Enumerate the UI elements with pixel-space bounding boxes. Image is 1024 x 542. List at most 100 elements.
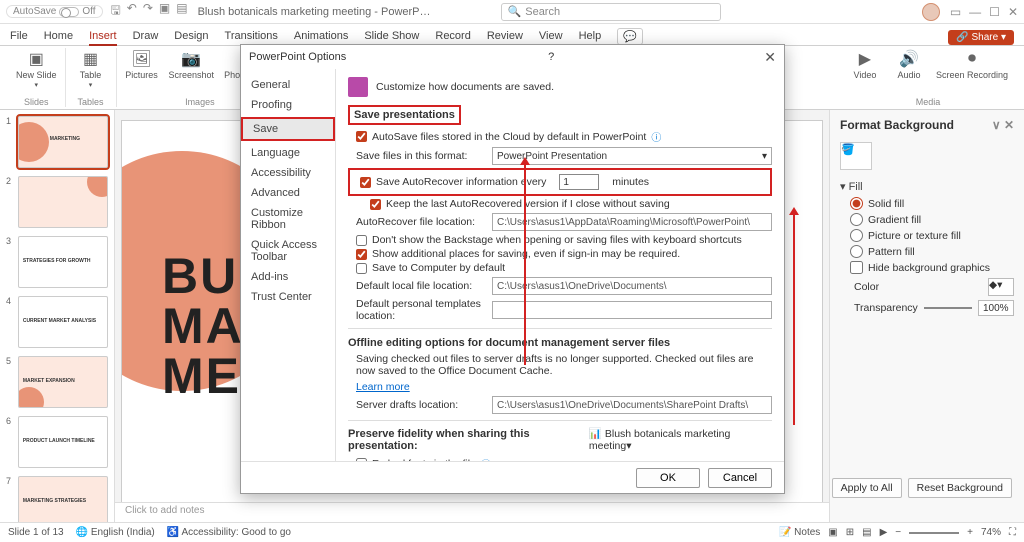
cat-general[interactable]: General (241, 75, 335, 95)
tab-view[interactable]: View (539, 30, 563, 45)
thumbnail[interactable]: 4CURRENT MARKET ANALYSIS (6, 296, 108, 348)
fidelity-select[interactable]: 📊 Blush botanicals marketing meeting▾ (589, 427, 772, 452)
backstage-checkbox[interactable]: Don't show the Backstage when opening or… (356, 234, 772, 246)
pattern-fill-radio[interactable]: Pattern fill (850, 245, 1014, 258)
redo-icon[interactable]: ↷ (143, 1, 153, 22)
transparency-value[interactable]: 100% (978, 300, 1014, 316)
video-button[interactable]: ▶Video (848, 48, 882, 80)
cat-advanced[interactable]: Advanced (241, 183, 335, 203)
view-reading-icon[interactable]: ▤ (862, 527, 871, 538)
autorecover-location-input[interactable]: C:\Users\asus1\AppData\Roaming\Microsoft… (492, 213, 772, 231)
save-icon[interactable]: 🖫 (111, 1, 121, 22)
tab-animations[interactable]: Animations (294, 30, 348, 45)
zoom-in-icon[interactable]: + (967, 527, 973, 538)
cat-accessibility[interactable]: Accessibility (241, 163, 335, 183)
zoom-out-icon[interactable]: − (895, 527, 901, 538)
gradient-fill-radio[interactable]: Gradient fill (850, 213, 1014, 226)
tab-file[interactable]: File (10, 30, 28, 45)
accessibility-indicator[interactable]: ♿ Accessibility: Good to go (167, 527, 291, 538)
quick-access-toolbar: 🖫 ↶ ↷ ▣ ▤ (111, 1, 188, 22)
maximize-icon[interactable]: ☐ (989, 5, 1000, 19)
view-normal-icon[interactable]: ▣ (828, 527, 837, 538)
learn-more-link[interactable]: Learn more (356, 381, 410, 393)
save-computer-checkbox[interactable]: Save to Computer by default (356, 262, 772, 274)
thumbnail[interactable]: 6PRODUCT LAUNCH TIMELINE (6, 416, 108, 468)
autorecover-minutes-input[interactable]: 1 (559, 174, 599, 190)
close-icon[interactable]: ✕ (1008, 5, 1018, 19)
notes-pane[interactable]: Click to add notes (115, 502, 829, 522)
thumbnail[interactable]: 7MARKETING STRATEGIES (6, 476, 108, 522)
help-icon[interactable]: ? (548, 51, 554, 63)
save-format-select[interactable]: PowerPoint Presentation▾ (492, 147, 772, 165)
tab-transitions[interactable]: Transitions (225, 30, 278, 45)
transparency-slider[interactable] (924, 307, 972, 309)
default-location-input[interactable]: C:\Users\asus1\OneDrive\Documents\ (492, 277, 772, 295)
color-picker[interactable]: ◆▾ (988, 278, 1014, 296)
apply-all-button[interactable]: Apply to All (832, 478, 902, 498)
new-slide-icon: ▣ (25, 48, 47, 70)
table-button[interactable]: ▦Table▾ (74, 48, 108, 89)
zoom-slider[interactable] (909, 532, 959, 534)
screenshot-button[interactable]: 📷Screenshot (169, 48, 215, 80)
tab-record[interactable]: Record (435, 30, 470, 45)
tab-slideshow[interactable]: Slide Show (364, 30, 419, 45)
thumbnail[interactable]: 2 (6, 176, 108, 228)
audio-button[interactable]: 🔊Audio (892, 48, 926, 80)
close-dialog-icon[interactable]: ✕ (764, 49, 776, 66)
autorecover-checkbox[interactable]: Save AutoRecover information every 1 min… (360, 174, 768, 190)
reset-background-button[interactable]: Reset Background (908, 478, 1012, 498)
cat-qat[interactable]: Quick Access Toolbar (241, 235, 335, 267)
user-avatar[interactable] (922, 3, 940, 21)
tab-home[interactable]: Home (44, 30, 73, 45)
thumbnail[interactable]: 1BUSINESS MARKETING MEETING (6, 116, 108, 168)
templates-location-input[interactable] (492, 301, 772, 319)
info-icon[interactable]: ⓘ (651, 129, 661, 144)
slide-text: BU (162, 251, 244, 301)
thumbnail[interactable]: 5MARKET EXPANSION (6, 356, 108, 408)
notes-button[interactable]: 📝 Notes (779, 527, 820, 538)
cancel-button[interactable]: Cancel (708, 468, 772, 488)
menu-tabs: File Home Insert Draw Design Transitions… (0, 24, 1024, 46)
paint-bucket-icon[interactable]: 🪣 (840, 142, 872, 170)
share-button[interactable]: 🔗 Share ▾ (948, 30, 1014, 45)
autosave-cloud-checkbox[interactable]: AutoSave files stored in the Cloud by de… (356, 129, 772, 144)
solid-fill-radio[interactable]: Solid fill (850, 197, 1014, 210)
new-slide-button[interactable]: ▣New Slide▾ (16, 48, 57, 89)
tab-design[interactable]: Design (174, 30, 208, 45)
picture-fill-radio[interactable]: Picture or texture fill (850, 229, 1014, 242)
tab-review[interactable]: Review (487, 30, 523, 45)
drafts-location-input[interactable]: C:\Users\asus1\OneDrive\Documents\ShareP… (492, 396, 772, 414)
cat-save[interactable]: Save (241, 117, 335, 141)
comments-button[interactable]: 💬 (617, 28, 643, 45)
ok-button[interactable]: OK (636, 468, 700, 488)
tab-help[interactable]: Help (579, 30, 602, 45)
cat-proofing[interactable]: Proofing (241, 95, 335, 115)
minimize-icon[interactable]: — (969, 5, 981, 19)
screenshot-icon: 📷 (180, 48, 202, 70)
cat-trust[interactable]: Trust Center (241, 287, 335, 307)
hide-bg-checkbox[interactable]: Hide background graphics (850, 261, 1014, 274)
fill-section[interactable]: ▾ Fill (840, 180, 1014, 193)
group-caption: Images (185, 97, 215, 107)
autosave-toggle[interactable]: AutoSave Off (6, 5, 103, 18)
cat-addins[interactable]: Add-ins (241, 267, 335, 287)
ribbon-mode-icon[interactable]: ▭ (950, 5, 961, 19)
thumbnail[interactable]: 3STRATEGIES FOR GROWTH (6, 236, 108, 288)
undo-icon[interactable]: ↶ (127, 1, 137, 22)
slideshow-icon[interactable]: ▣ (159, 1, 170, 22)
tab-draw[interactable]: Draw (133, 30, 159, 45)
cat-customize-ribbon[interactable]: Customize Ribbon (241, 203, 335, 235)
present-icon[interactable]: ▤ (176, 1, 187, 22)
search-input[interactable]: 🔍 Search (501, 3, 721, 21)
keep-last-checkbox[interactable]: Keep the last AutoRecovered version if I… (370, 198, 772, 210)
screen-recording-button[interactable]: ⏺Screen Recording (936, 48, 1008, 80)
language-indicator[interactable]: 🌐 English (India) (76, 527, 155, 538)
additional-places-checkbox[interactable]: Show additional places for saving, even … (356, 248, 772, 260)
fit-icon[interactable]: ⛶ (1009, 527, 1016, 538)
view-slideshow-icon[interactable]: ▶ (880, 527, 888, 538)
tab-insert[interactable]: Insert (89, 30, 117, 45)
view-sorter-icon[interactable]: ⊞ (846, 527, 854, 538)
cat-language[interactable]: Language (241, 143, 335, 163)
search-placeholder: Search (525, 6, 560, 18)
pictures-button[interactable]: 🖼Pictures (125, 48, 159, 80)
